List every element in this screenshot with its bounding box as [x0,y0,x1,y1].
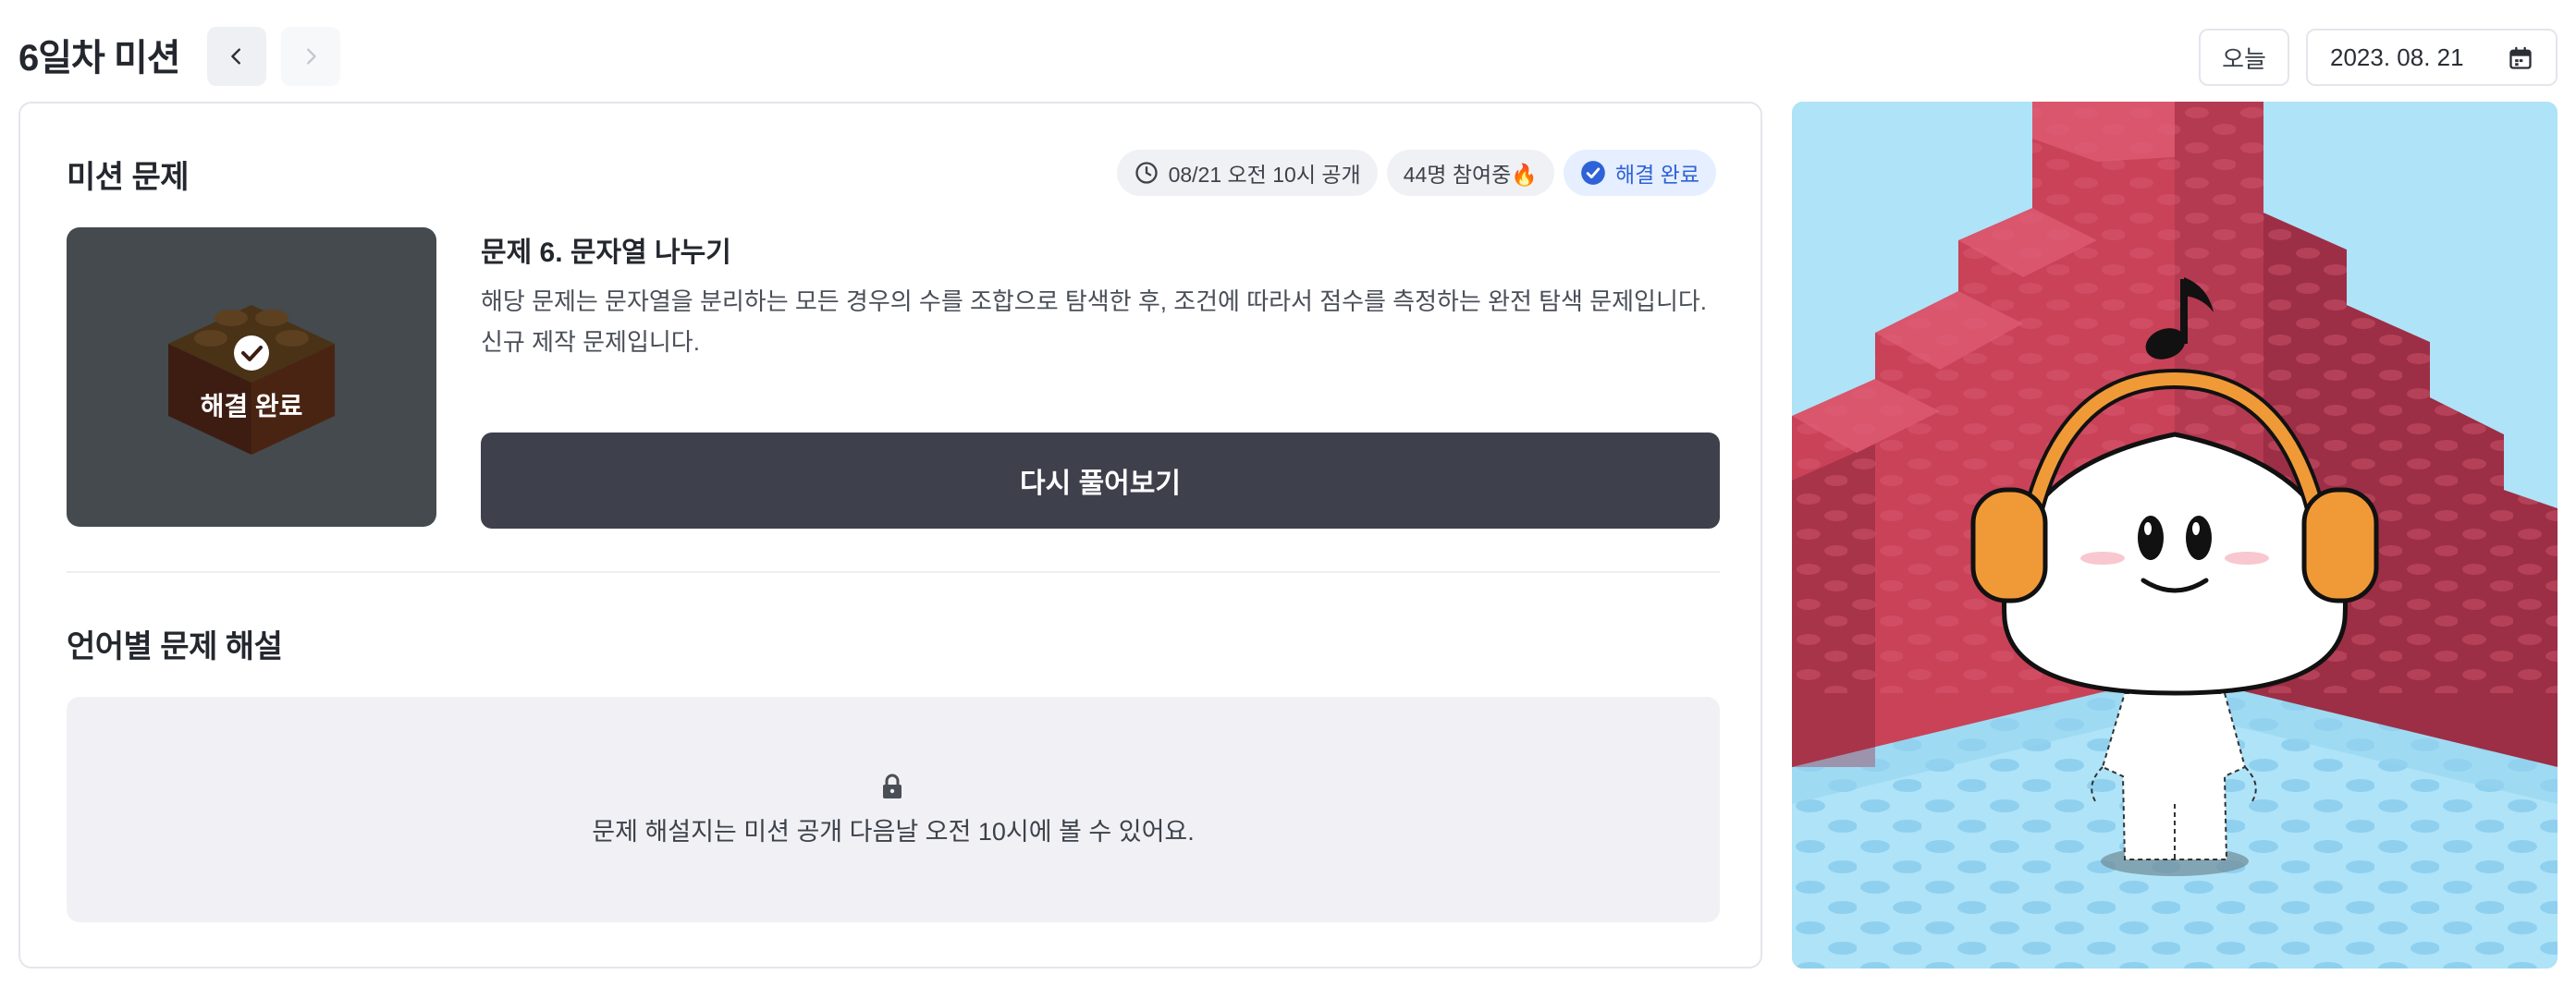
problem-description: 해당 문제는 문자열을 분리하는 모든 경우의 수를 조합으로 탐색한 후, 조… [481,287,1708,356]
open-time-text: 08/21 오전 10시 공개 [1168,163,1361,187]
next-day-button[interactable] [281,27,340,86]
problem-thumbnail: 해결 완료 [67,227,436,527]
mission-badges: 08/21 오전 10시 공개 44명 참여중🔥 해결 완료 [1116,150,1716,196]
locked-solution-panel: 문제 해설지는 미션 공개 다음날 오전 10시에 볼 수 있어요. [67,697,1720,922]
date-picker[interactable]: 2023. 08. 21 [2306,29,2558,86]
date-value: 2023. 08. 21 [2330,43,2464,71]
chevron-right-icon [307,48,316,65]
status-text: 해결 완료 [1614,163,1699,187]
thumbnail-status-label: 해결 완료 [200,392,303,420]
mascot-illustration [1792,102,2558,969]
chevron-left-icon [231,48,240,65]
page-title: 6일차 미션 [18,38,181,79]
lock-icon [883,774,902,798]
mission-card: 미션 문제 08/21 오전 10시 공개 44명 참여중🔥 해결 완료 해결 … [18,102,1762,969]
mission-section-title: 미션 문제 [67,160,190,195]
retry-button[interactable]: 다시 풀어보기 [481,433,1720,529]
lego-mascot-icon [1792,102,2558,969]
check-circle-icon [1581,161,1605,185]
locked-message: 문제 해설지는 미션 공개 다음날 오전 10시에 볼 수 있어요. [592,818,1195,846]
open-time-badge: 08/21 오전 10시 공개 [1116,150,1378,196]
participants-badge: 44명 참여중🔥 [1386,150,1554,196]
prev-day-button[interactable] [207,27,266,86]
section-divider [67,571,1720,573]
solution-section-title: 언어별 문제 해설 [67,629,283,664]
today-button[interactable]: 오늘 [2199,29,2289,86]
participants-text: 44명 참여중🔥 [1403,163,1538,187]
brick-icon [168,305,335,455]
calendar-icon [2509,46,2532,69]
clock-icon [1135,162,1158,184]
problem-title: 문제 6. 문자열 나누기 [481,238,731,268]
status-badge: 해결 완료 [1563,150,1716,196]
